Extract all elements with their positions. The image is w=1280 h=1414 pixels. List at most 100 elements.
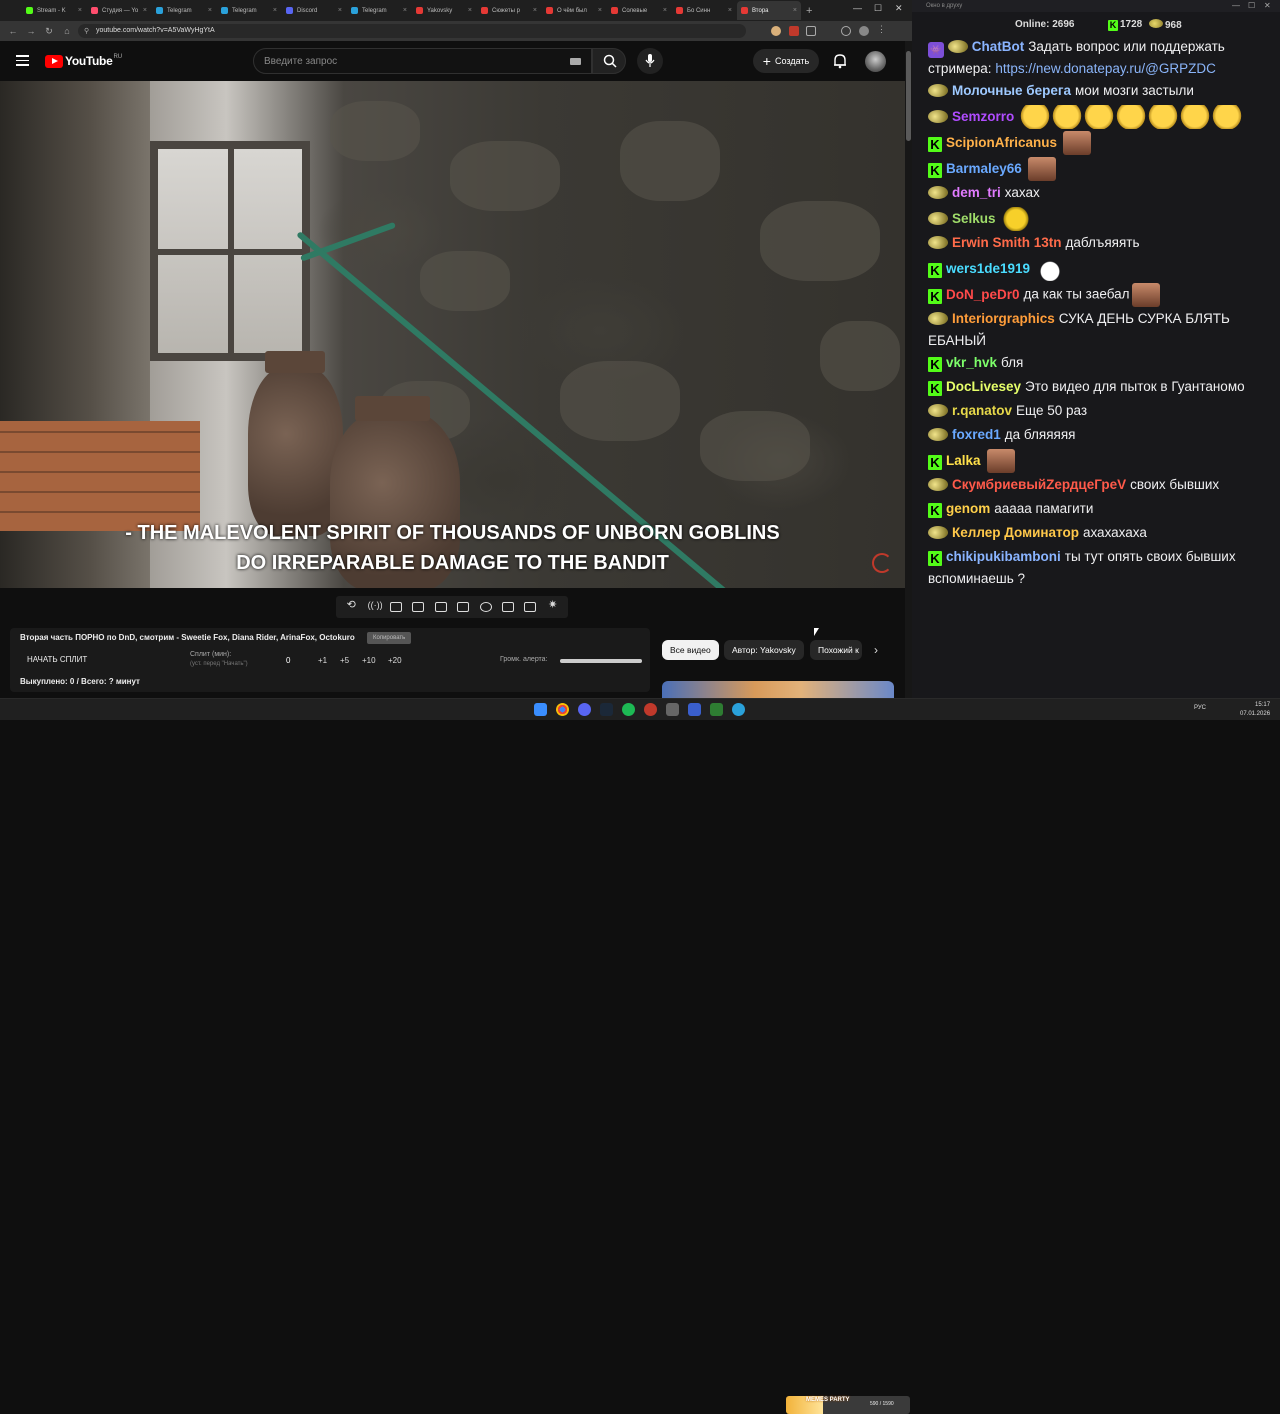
chat-username[interactable]: Erwin Smith 13tn bbox=[952, 235, 1062, 250]
browser-tab[interactable]: Студия — Yo × bbox=[87, 1, 151, 20]
chat-username[interactable]: Молочные берега bbox=[952, 83, 1071, 98]
chrome-icon[interactable] bbox=[556, 703, 569, 716]
chat-username[interactable]: vkr_hvk bbox=[946, 355, 997, 370]
recommended-thumbnail[interactable] bbox=[662, 681, 894, 698]
close-window-icon[interactable]: ✕ bbox=[1264, 1, 1271, 10]
windows-start-icon[interactable] bbox=[534, 703, 547, 716]
search-button[interactable] bbox=[592, 48, 626, 74]
spotify-icon[interactable] bbox=[622, 703, 635, 716]
chat-username[interactable]: dem_tri bbox=[952, 185, 1001, 200]
increment-button[interactable]: +10 bbox=[362, 656, 376, 665]
voice-search-button[interactable] bbox=[637, 48, 663, 74]
reload-icon[interactable]: ↻ bbox=[40, 26, 58, 37]
obs-icon[interactable] bbox=[644, 703, 657, 716]
tab-close-icon[interactable]: × bbox=[143, 7, 147, 14]
tab-close-icon[interactable]: × bbox=[468, 7, 472, 14]
chat-username[interactable]: wers1de1919 bbox=[946, 261, 1030, 276]
browser-tab[interactable]: Yakovsky × bbox=[412, 1, 476, 20]
app-icon[interactable] bbox=[688, 703, 701, 716]
chat-username[interactable]: Interiorgraphics bbox=[952, 311, 1055, 326]
add-clip-icon[interactable] bbox=[501, 602, 514, 612]
steam-icon[interactable] bbox=[600, 703, 613, 716]
maximize-icon[interactable]: ☐ bbox=[874, 3, 882, 14]
video-player[interactable]: - THE MALEVOLENT SPIRIT OF THOUSANDS OF … bbox=[0, 81, 905, 588]
maximize-icon[interactable]: ☐ bbox=[1248, 1, 1255, 10]
chat-link[interactable]: https://new.donatepay.ru/@GRPZDC bbox=[995, 61, 1216, 76]
close-window-icon[interactable]: ✕ bbox=[895, 3, 903, 14]
tab-close-icon[interactable]: × bbox=[403, 7, 407, 14]
speed-icon[interactable] bbox=[479, 602, 492, 612]
extension-icon[interactable] bbox=[789, 26, 799, 36]
chat-username[interactable]: Келлер Доминатор bbox=[952, 525, 1079, 540]
loop-icon[interactable]: ⟲ bbox=[345, 600, 357, 612]
browser-tab[interactable]: Telegram × bbox=[347, 1, 411, 20]
tab-close-icon[interactable]: × bbox=[598, 7, 602, 14]
page-scrollbar[interactable] bbox=[905, 41, 912, 698]
profile-icon[interactable] bbox=[859, 26, 869, 36]
keyboard-icon[interactable] bbox=[570, 58, 581, 65]
broadcast-icon[interactable]: ((·)) bbox=[368, 601, 383, 612]
increment-button[interactable]: +20 bbox=[388, 656, 402, 665]
chat-username[interactable]: ChatBot bbox=[972, 39, 1025, 54]
chat-username[interactable]: Barmaley66 bbox=[946, 161, 1022, 176]
url-field[interactable]: ⚲ youtube.com/watch?v=A5VaWyHgYtA bbox=[78, 24, 746, 38]
split-value[interactable]: 0 bbox=[286, 656, 290, 665]
tab-close-icon[interactable]: × bbox=[533, 7, 537, 14]
screen-record-icon[interactable] bbox=[389, 602, 402, 612]
chat-username[interactable]: r.qanatov bbox=[952, 403, 1012, 418]
tab-close-icon[interactable]: × bbox=[338, 7, 342, 14]
browser-tab[interactable]: О чём был × bbox=[542, 1, 606, 20]
chat-username[interactable]: ScipionAfricanus bbox=[946, 135, 1057, 150]
tab-close-icon[interactable]: × bbox=[208, 7, 212, 14]
new-tab-button[interactable]: + bbox=[806, 5, 812, 17]
browser-tab[interactable]: Telegram × bbox=[217, 1, 281, 20]
tab-close-icon[interactable]: × bbox=[793, 7, 797, 14]
chat-username[interactable]: foxred1 bbox=[952, 427, 1001, 442]
browser-tab[interactable]: Сюжеты р × bbox=[477, 1, 541, 20]
chip-related[interactable]: Похожий к bbox=[810, 640, 862, 660]
telegram-icon[interactable] bbox=[732, 703, 745, 716]
chat-username[interactable]: СкумбриевыйZердцеГреV bbox=[952, 477, 1126, 492]
chat-username[interactable]: Lalka bbox=[946, 453, 981, 468]
subtitles-icon[interactable] bbox=[457, 602, 470, 612]
start-split-button[interactable]: НАЧАТЬ СПЛИТ bbox=[27, 655, 87, 664]
chip-all-videos[interactable]: Все видео bbox=[662, 640, 719, 660]
app-icon[interactable] bbox=[666, 703, 679, 716]
settings-gear-icon[interactable]: ✷ bbox=[547, 600, 559, 612]
copy-button[interactable]: Копировать bbox=[367, 632, 412, 644]
memes-party-widget[interactable]: MEMES PARTY 590 / 1590 bbox=[786, 1396, 910, 1414]
chat-username[interactable]: DoN_peDr0 bbox=[946, 287, 1020, 302]
language-indicator[interactable]: РУС bbox=[1194, 705, 1206, 711]
tab-close-icon[interactable]: × bbox=[273, 7, 277, 14]
browser-tab[interactable]: Бо Синн × bbox=[672, 1, 736, 20]
alert-volume-slider[interactable] bbox=[560, 659, 642, 663]
chat-username[interactable]: genom bbox=[946, 501, 990, 516]
discord-icon[interactable] bbox=[578, 703, 591, 716]
screenshot-icon[interactable] bbox=[524, 602, 537, 612]
notifications-bell-icon[interactable] bbox=[833, 53, 847, 69]
account-avatar[interactable] bbox=[865, 51, 886, 72]
tab-close-icon[interactable]: × bbox=[728, 7, 732, 14]
home-icon[interactable]: ⌂ bbox=[58, 26, 76, 36]
app-icon[interactable] bbox=[710, 703, 723, 716]
download-icon[interactable] bbox=[841, 26, 851, 36]
extension-icon[interactable] bbox=[771, 26, 781, 36]
create-button[interactable]: + Создать bbox=[753, 49, 819, 73]
chat-username[interactable]: DocLivesey bbox=[946, 379, 1021, 394]
scrollbar-thumb[interactable] bbox=[906, 51, 911, 141]
browser-tab[interactable]: Telegram × bbox=[152, 1, 216, 20]
chat-username[interactable]: Selkus bbox=[952, 211, 996, 226]
minimize-icon[interactable]: — bbox=[853, 3, 862, 13]
back-icon[interactable]: ← bbox=[4, 26, 22, 36]
chat-username[interactable]: chikipukibamboni bbox=[946, 549, 1061, 564]
system-clock[interactable]: 15:17 07.01.2026 bbox=[1240, 701, 1270, 719]
browser-tab[interactable]: Stream - K × bbox=[22, 1, 86, 20]
menu-dots-icon[interactable]: ⋮ bbox=[877, 24, 887, 34]
tab-close-icon[interactable]: × bbox=[663, 7, 667, 14]
forward-icon[interactable]: → bbox=[22, 26, 40, 36]
film-icon[interactable] bbox=[412, 602, 425, 612]
browser-tab[interactable]: Discord × bbox=[282, 1, 346, 20]
chip-author[interactable]: Автор: Yakovsky bbox=[724, 640, 804, 660]
increment-button[interactable]: +5 bbox=[340, 656, 349, 665]
minimize-icon[interactable]: — bbox=[1232, 1, 1240, 10]
